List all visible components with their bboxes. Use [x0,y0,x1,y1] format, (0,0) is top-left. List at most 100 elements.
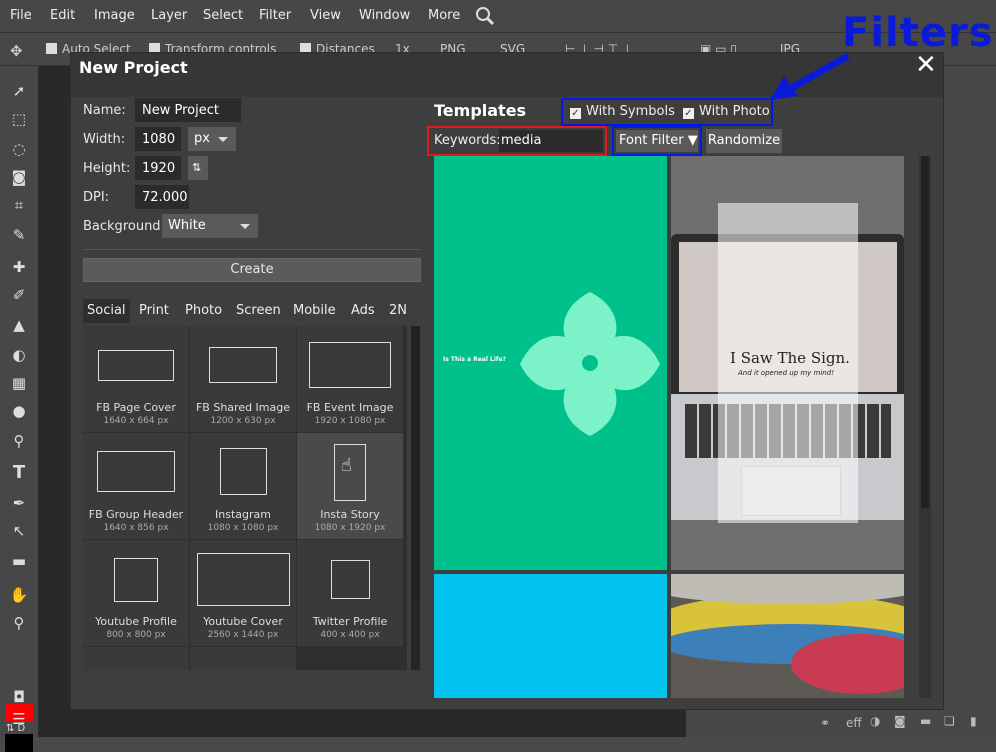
preset-youtube-cover[interactable]: Youtube Cover 2560 x 1440 px [190,540,296,646]
templates-title: Templates [434,101,527,120]
keywords-input[interactable]: media [499,130,603,152]
swap-dimensions-icon[interactable]: ⇅ [188,156,208,180]
tab-social[interactable]: Social [83,299,130,323]
randomize-button[interactable]: Randomize [706,129,782,153]
magic-wand-icon[interactable]: ◙ [8,166,30,188]
template-card[interactable]: I Saw The Sign. And it opened up my mind… [671,156,904,570]
dpi-input[interactable]: 72.000 [135,185,189,209]
dodge-tool-icon[interactable]: ⚲ [8,430,30,452]
with-photo-checkbox[interactable]: ✓ With Photo [683,104,770,119]
preset-fb-group-header[interactable]: FB Group Header 1640 x 856 px [83,433,189,539]
lasso-tool-icon[interactable]: ◌ [8,138,30,160]
hand-tool-icon[interactable]: ✋ [8,584,30,606]
width-input[interactable]: 1080 [135,127,181,151]
menu-image[interactable]: Image [94,8,135,23]
shape-tool-icon[interactable]: ▬ [8,550,30,572]
preset-size: 1200 x 630 px [210,416,276,426]
name-label: Name: [83,103,126,118]
eraser-tool-icon[interactable]: ◐ [8,344,30,366]
preset-twitter-profile[interactable]: Twitter Profile 400 x 400 px [297,540,403,646]
screen-mode-icon[interactable]: ☰ [8,708,30,730]
move-tool-icon[interactable]: ➚ [8,80,30,102]
preset-partial[interactable] [83,647,189,670]
preset-size: 1920 x 1080 px [314,416,386,426]
background-select[interactable]: White [162,214,258,238]
photo-stripe [791,634,904,694]
template-subtitle: And it opened up my mind! [738,369,834,377]
flower-symbol-icon [520,292,660,436]
new-layer-icon[interactable]: ❏ [944,714,955,728]
font-filter-highlight-box: Font Filter ▼ [612,126,702,156]
with-photo-label: With Photo [699,104,770,119]
keywords-highlight-box: Keywords: media [427,126,607,156]
menu-window[interactable]: Window [359,8,410,23]
template-card[interactable]: Is This a Real Life? [434,156,667,570]
gradient-tool-icon[interactable]: ▦ [8,372,30,394]
tab-mobile[interactable]: Mobile [289,299,340,323]
menu-filter[interactable]: Filter [259,8,291,23]
arrow-icon [770,52,850,100]
with-symbols-label: With Symbols [586,104,675,119]
pen-tool-icon[interactable]: ✒ [8,492,30,514]
template-card[interactable] [434,574,667,698]
background-value: White [168,218,206,233]
font-filter-button[interactable]: Font Filter ▼ [616,130,698,152]
preset-fb-page-cover[interactable]: FB Page Cover 1640 x 664 px [83,326,189,432]
tab-more[interactable]: 2N [385,299,411,323]
zoom-tool-icon[interactable]: ⚲ [8,612,30,634]
menu-more[interactable]: More [428,8,460,23]
preset-size: 1080 x 1080 px [207,523,279,533]
divider [83,249,421,250]
marquee-tool-icon[interactable]: ⬚ [8,108,30,130]
brush-tool-icon[interactable]: ✐ [8,284,30,306]
preset-scroll-thumb[interactable] [411,326,420,598]
create-button[interactable]: Create [83,258,421,282]
folder-icon[interactable]: ▬ [920,714,931,728]
quick-mask-icon[interactable]: ◘ [8,686,30,708]
with-symbols-checkbox[interactable]: ✓ With Symbols [570,104,675,119]
move-tool-icon: ✥ [10,42,23,60]
text-tool-icon[interactable]: T [8,462,30,484]
menu-layer[interactable]: Layer [151,8,187,23]
name-input[interactable]: New Project [135,98,241,122]
effects-label[interactable]: eff [846,716,862,730]
tab-photo[interactable]: Photo [181,299,226,323]
menu-view[interactable]: View [310,8,341,23]
preset-name: FB Event Image [306,401,394,414]
preset-shape [209,347,277,383]
preset-shape [98,350,174,381]
select-path-icon[interactable]: ↖ [8,520,30,542]
menu-edit[interactable]: Edit [50,8,75,23]
background-label: Background: [83,219,165,234]
preset-fb-event-image[interactable]: FB Event Image 1920 x 1080 px [297,326,403,432]
blur-tool-icon[interactable]: ● [8,400,30,422]
template-scroll-thumb[interactable] [921,156,929,508]
template-card[interactable] [671,574,904,698]
link-icon[interactable]: ⚭ [820,716,830,730]
tab-ads[interactable]: Ads [347,299,379,323]
preset-shape [114,558,158,602]
preset-fb-shared-image[interactable]: FB Shared Image 1200 x 630 px [190,326,296,432]
mask-icon[interactable]: ◙ [894,714,906,728]
preset-shape [220,448,267,495]
preset-insta-story[interactable]: ☝ Insta Story 1080 x 1920 px [297,433,403,539]
healing-tool-icon[interactable]: ✚ [8,256,30,278]
search-icon[interactable] [475,6,495,26]
preset-partial[interactable] [190,647,296,670]
stamp-tool-icon[interactable]: ▲ [8,314,30,336]
trash-icon[interactable]: ▮ [970,714,977,728]
menu-file[interactable]: File [10,8,32,23]
photo-stripe [671,574,904,604]
crop-tool-icon[interactable]: ⌗ [8,194,30,216]
tools-panel: ➚ ⬚ ◌ ◙ ⌗ ✎ ✚ ✐ ▲ ◐ ▦ ● ⚲ T ✒ ↖ ▬ ✋ ⚲ ⇅ … [0,66,38,752]
menu-select[interactable]: Select [203,8,243,23]
height-input[interactable]: 1920 [135,156,181,180]
preset-size: 2560 x 1440 px [207,630,279,640]
preset-youtube-profile[interactable]: Youtube Profile 800 x 800 px [83,540,189,646]
unit-select[interactable]: px [188,127,236,151]
eyedropper-icon[interactable]: ✎ [8,224,30,246]
adjustment-icon[interactable]: ◑ [870,714,880,728]
tab-print[interactable]: Print [135,299,173,323]
tab-screen[interactable]: Screen [232,299,285,323]
preset-instagram[interactable]: Instagram 1080 x 1080 px [190,433,296,539]
